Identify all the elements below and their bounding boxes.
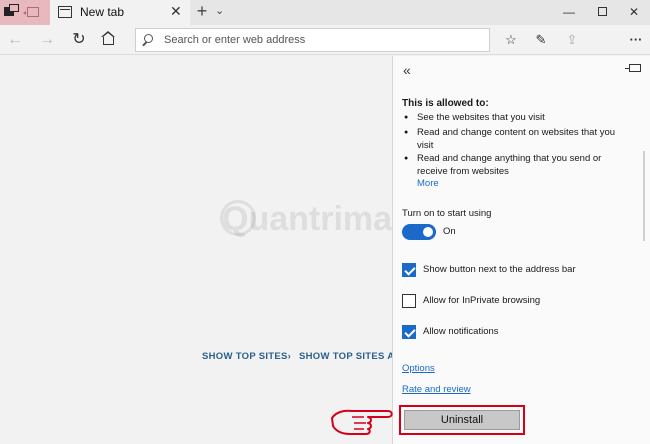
notifications-checkbox[interactable] bbox=[402, 325, 416, 339]
tab-title: New tab bbox=[80, 5, 125, 19]
close-tab-icon[interactable]: ✕ bbox=[170, 3, 182, 20]
pointing-hand-icon bbox=[331, 409, 393, 435]
pin-panel-icon[interactable] bbox=[625, 64, 641, 72]
show-top-sites-and-feed-link[interactable]: SHOW TOP SITES AND bbox=[299, 351, 392, 362]
extension-settings-panel: « This is allowed to: See the websites t… bbox=[392, 56, 650, 444]
uninstall-highlight-frame: Uninstall bbox=[399, 405, 525, 435]
address-bar[interactable] bbox=[135, 28, 490, 52]
navigation-bar: ← → ↻ ☆ ✎ ⇪ ··· bbox=[0, 25, 650, 55]
permissions-heading: This is allowed to: bbox=[402, 98, 489, 109]
toggle-state-label: On bbox=[443, 226, 456, 237]
more-menu-icon[interactable]: ··· bbox=[625, 29, 647, 51]
collapse-panel-icon[interactable]: « bbox=[403, 62, 411, 78]
restore-tabs-icon[interactable] bbox=[23, 7, 39, 17]
tab-new-tab[interactable]: New tab ✕ bbox=[50, 0, 190, 25]
enable-extension-toggle[interactable] bbox=[402, 224, 436, 240]
close-window-button[interactable]: ✕ bbox=[617, 0, 650, 25]
rate-and-review-link[interactable]: Rate and review bbox=[402, 384, 471, 395]
home-icon bbox=[101, 31, 115, 45]
title-bar: New tab ✕ + ⌄ — ✕ bbox=[0, 0, 650, 25]
page-icon bbox=[58, 6, 72, 18]
back-button[interactable]: ← bbox=[4, 29, 26, 51]
share-icon[interactable]: ⇪ bbox=[561, 29, 583, 51]
options-link[interactable]: Options bbox=[402, 363, 435, 374]
minimize-button[interactable]: — bbox=[552, 0, 586, 25]
tab-actions-area bbox=[0, 0, 50, 25]
permission-item: Read and change anything that you send o… bbox=[404, 153, 627, 178]
notifications-label: Allow notifications bbox=[423, 326, 499, 337]
uninstall-button[interactable]: Uninstall bbox=[404, 410, 520, 430]
show-button-label: Show button next to the address bar bbox=[423, 264, 576, 275]
show-button-checkbox[interactable] bbox=[402, 263, 416, 277]
permission-item: See the websites that you visit bbox=[404, 112, 627, 125]
refresh-button[interactable]: ↻ bbox=[68, 29, 90, 51]
panel-scrollbar[interactable] bbox=[643, 151, 645, 241]
turn-on-label: Turn on to start using bbox=[402, 208, 492, 219]
watermark-logo bbox=[220, 200, 256, 236]
maximize-button[interactable] bbox=[585, 0, 619, 25]
set-aside-tabs-icon[interactable] bbox=[4, 4, 19, 16]
new-tab-button[interactable]: + bbox=[193, 1, 211, 22]
home-button[interactable] bbox=[98, 29, 120, 51]
web-note-icon[interactable]: ✎ bbox=[530, 29, 552, 51]
inprivate-label: Allow for InPrivate browsing bbox=[423, 295, 541, 306]
permission-item: Read and change content on websites that… bbox=[404, 127, 627, 152]
new-tab-page: SHOW TOP SITES› SHOW TOP SITES AND bbox=[0, 56, 392, 444]
search-icon bbox=[144, 34, 153, 43]
more-permissions-link[interactable]: More bbox=[417, 178, 439, 189]
favorites-icon[interactable]: ☆ bbox=[500, 29, 522, 51]
maximize-icon bbox=[597, 7, 607, 16]
tab-preview-chevron-icon[interactable]: ⌄ bbox=[215, 4, 224, 17]
address-input[interactable] bbox=[164, 32, 484, 48]
forward-button[interactable]: → bbox=[36, 29, 58, 51]
inprivate-checkbox[interactable] bbox=[402, 294, 416, 308]
show-top-sites-link[interactable]: SHOW TOP SITES› bbox=[202, 351, 291, 362]
